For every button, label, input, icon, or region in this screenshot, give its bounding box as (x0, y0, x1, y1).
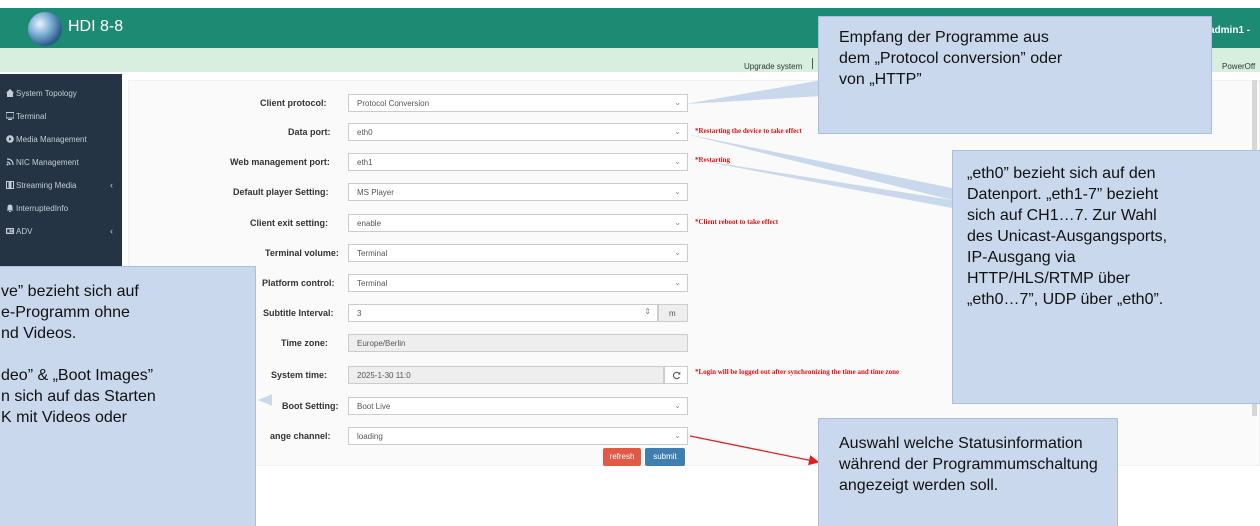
callout-eth-ports: „eth0” bezieht sich auf den Datenport. „… (952, 150, 1260, 404)
callout-change-channel: Auswahl welche Statusinformation während… (818, 418, 1118, 526)
callout-pointer (686, 80, 822, 104)
callout-pointer (258, 394, 272, 406)
screenshot-stage: HDI 8-8 admin1 - Upgrade system PowerOff… (0, 0, 1260, 526)
callout-client-protocol: Empfang der Programme aus dem „Protocol … (818, 16, 1212, 134)
callout-boot-setting: ve” bezieht sich auf e-Programm ohne nd … (0, 266, 256, 526)
callout-pointer (686, 134, 952, 200)
arrow-line (689, 435, 820, 466)
